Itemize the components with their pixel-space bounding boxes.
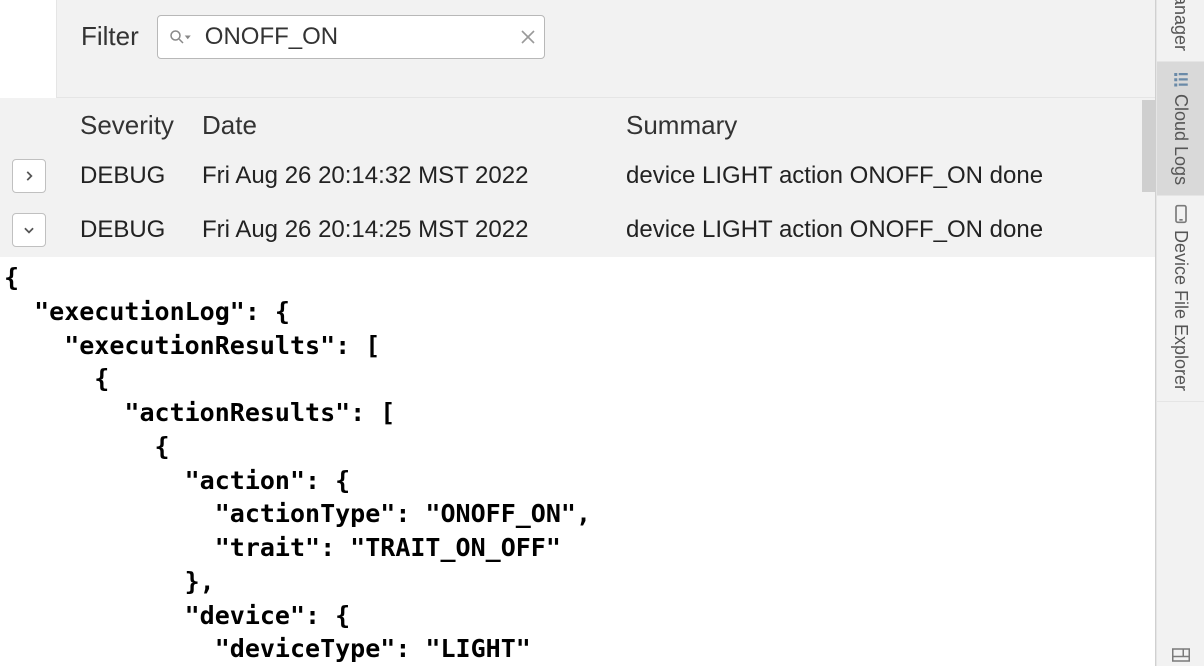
log-table: Severity Date Summary DEBUG Fri Aug 26 2… bbox=[0, 98, 1155, 257]
table-header-row: Severity Date Summary bbox=[0, 98, 1155, 149]
sidebar-tab-label: Manager bbox=[1170, 0, 1191, 51]
expand-button[interactable] bbox=[12, 159, 46, 193]
cell-summary: device LIGHT action ONOFF_ON done bbox=[626, 162, 1155, 190]
filter-toolbar: Filter bbox=[56, 0, 1155, 98]
clear-icon[interactable] bbox=[517, 26, 539, 48]
table-row[interactable]: DEBUG Fri Aug 26 20:14:25 MST 2022 devic… bbox=[0, 203, 1155, 257]
sidebar-tab-label: Cloud Logs bbox=[1170, 94, 1191, 185]
col-date: Date bbox=[202, 110, 626, 141]
logs-icon bbox=[1172, 70, 1190, 88]
collapse-button[interactable] bbox=[12, 213, 46, 247]
search-icon bbox=[168, 28, 193, 46]
cell-date: Fri Aug 26 20:14:32 MST 2022 bbox=[202, 162, 626, 190]
filter-search-box[interactable] bbox=[157, 15, 545, 59]
cell-severity: DEBUG bbox=[58, 216, 202, 244]
col-summary: Summary bbox=[626, 110, 1155, 141]
sidebar-tab-manager[interactable]: Manager bbox=[1157, 0, 1204, 62]
chevron-right-icon bbox=[22, 169, 36, 183]
log-detail-json[interactable]: { "executionLog": { "executionResults": … bbox=[0, 257, 1155, 666]
sidebar-tab-extra[interactable] bbox=[1157, 402, 1204, 666]
sidebar-tab-label: Device File Explorer bbox=[1170, 230, 1191, 391]
vertical-scrollbar[interactable] bbox=[1142, 100, 1156, 192]
sidebar-tab-device-file-explorer[interactable]: Device File Explorer bbox=[1157, 196, 1204, 402]
cell-summary: device LIGHT action ONOFF_ON done bbox=[626, 216, 1155, 244]
col-severity: Severity bbox=[58, 110, 202, 141]
layout-icon bbox=[1172, 648, 1190, 662]
table-row[interactable]: DEBUG Fri Aug 26 20:14:32 MST 2022 devic… bbox=[0, 149, 1155, 203]
filter-input[interactable] bbox=[203, 22, 517, 52]
right-sidebar: Manager Cloud Logs bbox=[1156, 0, 1204, 666]
filter-label: Filter bbox=[81, 21, 139, 52]
device-icon bbox=[1173, 204, 1189, 224]
cell-severity: DEBUG bbox=[58, 162, 202, 190]
cell-date: Fri Aug 26 20:14:25 MST 2022 bbox=[202, 216, 626, 244]
sidebar-tab-cloud-logs[interactable]: Cloud Logs bbox=[1157, 62, 1204, 196]
chevron-down-icon bbox=[22, 223, 36, 237]
